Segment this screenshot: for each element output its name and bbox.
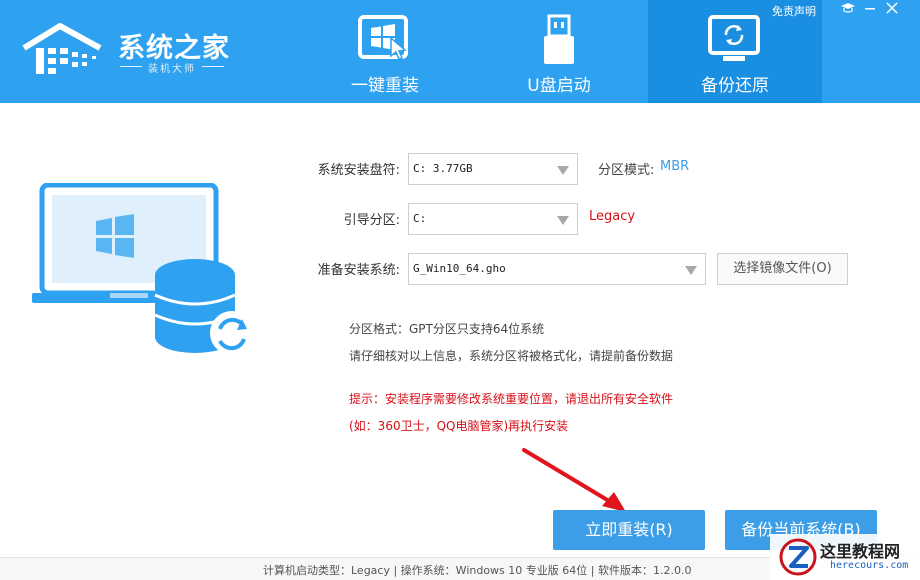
chevron-down-icon bbox=[557, 216, 569, 225]
warning-line-1: 提示：安装程序需要修改系统重要位置，请退出所有安全软件 bbox=[349, 392, 674, 406]
tab-label: 备份还原 bbox=[701, 76, 769, 96]
tab-label: 一键重装 bbox=[351, 76, 419, 96]
watermark-title: 这里教程网 bbox=[820, 542, 901, 561]
watermark-url: herecours.com bbox=[830, 560, 909, 571]
graduation-cap-icon[interactable] bbox=[840, 2, 856, 16]
close-icon[interactable] bbox=[884, 2, 900, 16]
logo-divider bbox=[120, 66, 142, 67]
warning-line-2: (如：360卫士，QQ电脑管家)再执行安装 bbox=[349, 419, 569, 433]
chevron-down-icon bbox=[685, 266, 697, 275]
prepare-system-label: 准备安装系统: bbox=[317, 263, 400, 278]
backup-restore-icon bbox=[708, 15, 760, 61]
install-now-button[interactable]: 立即重装(R) bbox=[553, 510, 705, 550]
system-image-select[interactable]: G_Win10_64.gho bbox=[408, 253, 706, 285]
app-header: 系统之家 装机大师 一键重装 U盘启动 备份还原 免责声明 bbox=[0, 0, 920, 103]
partition-mode-value: MBR bbox=[660, 159, 690, 174]
windows-install-icon bbox=[358, 15, 408, 60]
system-image-value: G_Win10_64.gho bbox=[413, 262, 506, 275]
z-logo-icon bbox=[779, 538, 817, 576]
laptop-database-illustration bbox=[30, 182, 260, 367]
boot-mode-value: Legacy bbox=[589, 209, 636, 224]
usb-drive-icon bbox=[544, 14, 574, 64]
backup-notice: 请仔细核对以上信息，系统分区将被格式化，请提前备份数据 bbox=[349, 349, 674, 363]
logo-divider bbox=[202, 66, 224, 67]
select-image-file-button[interactable]: 选择镜像文件(O) bbox=[717, 253, 848, 285]
disclaimer-link[interactable]: 免责声明 bbox=[772, 3, 816, 19]
minimize-icon[interactable] bbox=[862, 2, 878, 16]
tab-usb-boot[interactable]: U盘启动 bbox=[472, 0, 646, 103]
red-pointer-arrow-icon bbox=[522, 448, 626, 512]
boot-partition-value: C: bbox=[413, 212, 427, 225]
app-logo: 系统之家 装机大师 bbox=[22, 22, 232, 82]
install-drive-select[interactable]: C: 3.77GB bbox=[408, 153, 578, 185]
boot-partition-select[interactable]: C: bbox=[408, 203, 578, 235]
partition-format-note: 分区格式：GPT分区只支持64位系统 bbox=[349, 322, 545, 336]
boot-partition-label: 引导分区: bbox=[343, 213, 400, 228]
install-drive-label: 系统安装盘符: bbox=[317, 163, 400, 178]
tab-one-key-install[interactable]: 一键重装 bbox=[298, 0, 472, 103]
tab-label: U盘启动 bbox=[527, 76, 591, 96]
partition-mode-label: 分区模式: bbox=[598, 163, 655, 178]
logo-subtitle: 装机大师 bbox=[148, 64, 196, 75]
site-watermark: 这里教程网 herecours.com bbox=[770, 534, 920, 580]
chevron-down-icon bbox=[557, 166, 569, 175]
house-logo-icon bbox=[22, 23, 102, 74]
install-drive-value: C: 3.77GB bbox=[413, 162, 473, 175]
status-text: 计算机启动类型：Legacy | 操作系统：Windows 10 专业版 64位… bbox=[263, 564, 692, 577]
